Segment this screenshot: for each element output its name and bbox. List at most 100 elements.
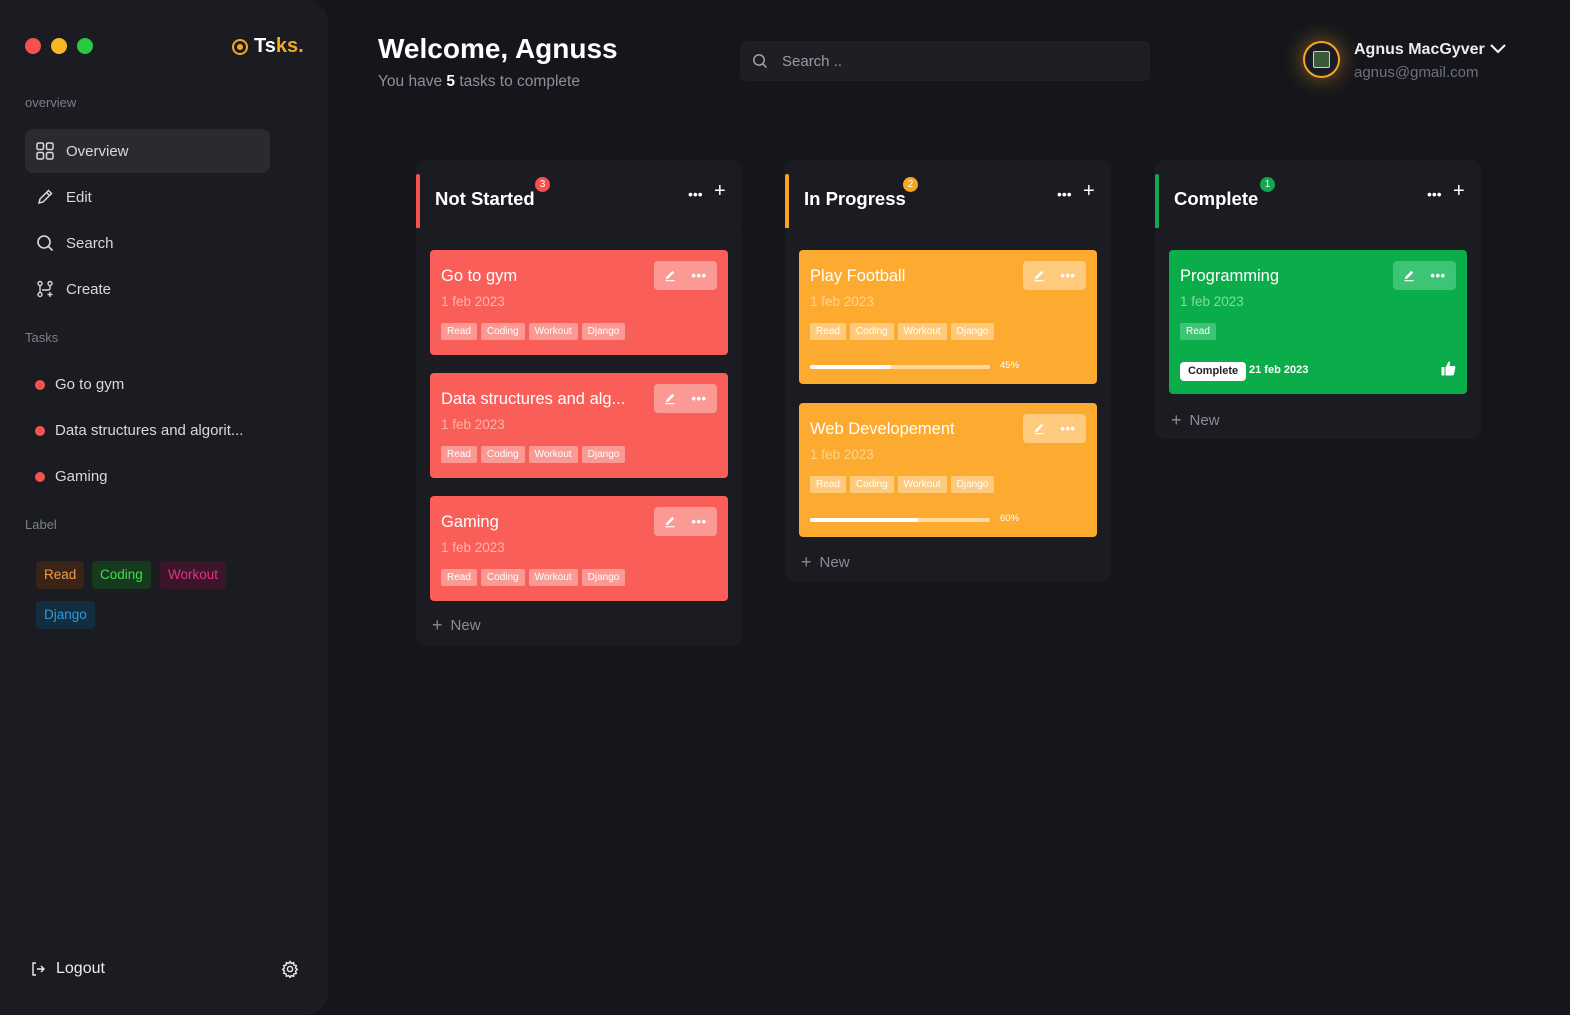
column-add-button[interactable]: + xyxy=(1453,180,1465,203)
sidebar-task-label: Data structures and algorit... xyxy=(55,422,244,439)
tag: Read xyxy=(441,323,477,340)
minimize-window-button[interactable] xyxy=(51,38,67,54)
plus-icon: + xyxy=(432,615,443,635)
card-more-button[interactable]: ••• xyxy=(1060,268,1075,283)
pencil-icon xyxy=(37,189,53,205)
tag: Coding xyxy=(480,446,525,463)
new-task-label: New xyxy=(450,617,481,634)
window-controls xyxy=(25,38,93,54)
avatar-image-icon xyxy=(1313,51,1330,68)
card-actions: ••• xyxy=(1023,261,1086,290)
app-logo: Tsks. xyxy=(232,35,304,58)
card-more-button[interactable]: ••• xyxy=(691,391,706,406)
card-actions: ••• xyxy=(654,384,717,413)
card-date: 1 feb 2023 xyxy=(441,294,505,309)
count-badge: 3 xyxy=(535,177,550,192)
column-title: Not Started xyxy=(435,188,535,209)
subtitle-prefix: You have xyxy=(378,73,443,90)
column-more-button[interactable]: ••• xyxy=(688,186,703,202)
tag: Workout xyxy=(528,323,578,340)
tag-list: Read Coding Workout Django xyxy=(441,446,626,463)
task-card[interactable]: Play Football 1 feb 2023 ••• Read Coding… xyxy=(799,250,1097,384)
task-card[interactable]: Programming 1 feb 2023 ••• Read Complete… xyxy=(1169,250,1467,394)
tag-list: Read Coding Workout Django xyxy=(810,323,995,340)
thumbs-up-icon[interactable] xyxy=(1441,360,1456,376)
sidebar-item-search[interactable]: Search xyxy=(25,221,270,265)
chevron-down-icon[interactable] xyxy=(1489,42,1507,56)
sidebar-task-item[interactable]: Gaming xyxy=(35,468,108,485)
sidebar-task-item[interactable]: Go to gym xyxy=(35,376,124,393)
pencil-icon[interactable] xyxy=(1033,422,1046,435)
grid-icon xyxy=(36,142,54,160)
card-title: Programming xyxy=(1180,267,1280,285)
task-card[interactable]: Gaming 1 feb 2023 ••• Read Coding Workou… xyxy=(430,496,728,601)
label-chip-coding[interactable]: Coding xyxy=(92,561,151,589)
card-title: Gaming xyxy=(441,513,499,531)
card-date: 1 feb 2023 xyxy=(810,447,874,462)
new-task-button[interactable]: + New xyxy=(801,552,850,573)
card-title: Web Developement xyxy=(810,420,955,438)
gear-icon[interactable] xyxy=(281,960,299,978)
count-badge: 2 xyxy=(903,177,918,192)
search-icon xyxy=(37,235,54,252)
pencil-icon[interactable] xyxy=(664,515,677,528)
sidebar-task-item[interactable]: Data structures and algorit... xyxy=(35,422,243,439)
logout-button[interactable]: Logout xyxy=(30,960,105,978)
logo-text-accent: ks. xyxy=(275,35,304,57)
column-add-button[interactable]: + xyxy=(1083,180,1095,203)
card-more-button[interactable]: ••• xyxy=(691,268,706,283)
card-actions: ••• xyxy=(1393,261,1456,290)
close-window-button[interactable] xyxy=(25,38,41,54)
label-section-label: Label xyxy=(25,517,57,532)
tag: Workout xyxy=(528,569,578,586)
pencil-icon[interactable] xyxy=(664,269,677,282)
search-bar xyxy=(740,41,1150,81)
tag: Coding xyxy=(480,569,525,586)
column-more-button[interactable]: ••• xyxy=(1057,186,1072,202)
sidebar-item-label: Create xyxy=(66,280,112,298)
page-title: Welcome, Agnuss xyxy=(378,33,618,64)
subtitle-suffix: tasks to complete xyxy=(459,73,580,90)
status-dot xyxy=(35,471,45,482)
pencil-icon[interactable] xyxy=(664,392,677,405)
avatar[interactable] xyxy=(1303,41,1340,78)
column-more-button[interactable]: ••• xyxy=(1427,186,1442,202)
column-add-button[interactable]: + xyxy=(714,180,726,203)
create-icon xyxy=(37,280,53,298)
sidebar-item-edit[interactable]: Edit xyxy=(25,175,270,219)
pencil-icon[interactable] xyxy=(1403,269,1416,282)
count-badge: 1 xyxy=(1260,177,1275,192)
task-count: 5 xyxy=(446,73,456,90)
maximize-window-button[interactable] xyxy=(77,38,93,54)
search-input[interactable] xyxy=(782,52,1122,70)
label-chip-read[interactable]: Read xyxy=(36,561,85,589)
column-accent-bar xyxy=(785,174,789,229)
page-subtitle: You have 5 tasks to complete xyxy=(378,73,580,91)
status-badge: Complete xyxy=(1180,362,1247,381)
card-more-button[interactable]: ••• xyxy=(1060,421,1075,436)
sidebar-item-label: Search xyxy=(66,234,114,252)
label-chip-workout[interactable]: Workout xyxy=(160,561,227,589)
new-task-button[interactable]: + New xyxy=(1171,410,1220,431)
card-more-button[interactable]: ••• xyxy=(691,514,706,529)
sidebar-item-create[interactable]: Create xyxy=(25,267,270,311)
sidebar-item-overview[interactable]: Overview xyxy=(25,129,270,173)
task-card[interactable]: Go to gym 1 feb 2023 ••• Read Coding Wor… xyxy=(430,250,728,355)
progress-label: 45% xyxy=(1000,360,1020,371)
task-card[interactable]: Data structures and alg... 1 feb 2023 ••… xyxy=(430,373,728,478)
tag-list: Read xyxy=(1180,323,1216,340)
tag: Django xyxy=(581,323,626,340)
card-date: 1 feb 2023 xyxy=(441,417,505,432)
label-chip-django[interactable]: Django xyxy=(36,601,95,629)
column-complete: Complete 1 ••• + Programming 1 feb 2023 … xyxy=(1155,160,1481,439)
task-card[interactable]: Web Developement 1 feb 2023 ••• Read Cod… xyxy=(799,403,1097,537)
pencil-icon[interactable] xyxy=(1033,269,1046,282)
card-more-button[interactable]: ••• xyxy=(1430,268,1445,283)
user-email: agnus@gmail.com xyxy=(1354,64,1479,81)
new-task-button[interactable]: + New xyxy=(432,615,481,636)
new-task-label: New xyxy=(819,554,850,571)
plus-icon: + xyxy=(1171,410,1182,430)
tag: Django xyxy=(581,569,626,586)
sidebar: Tsks. overview Overview Edit Search Crea… xyxy=(0,0,328,1015)
search-icon xyxy=(753,54,767,68)
